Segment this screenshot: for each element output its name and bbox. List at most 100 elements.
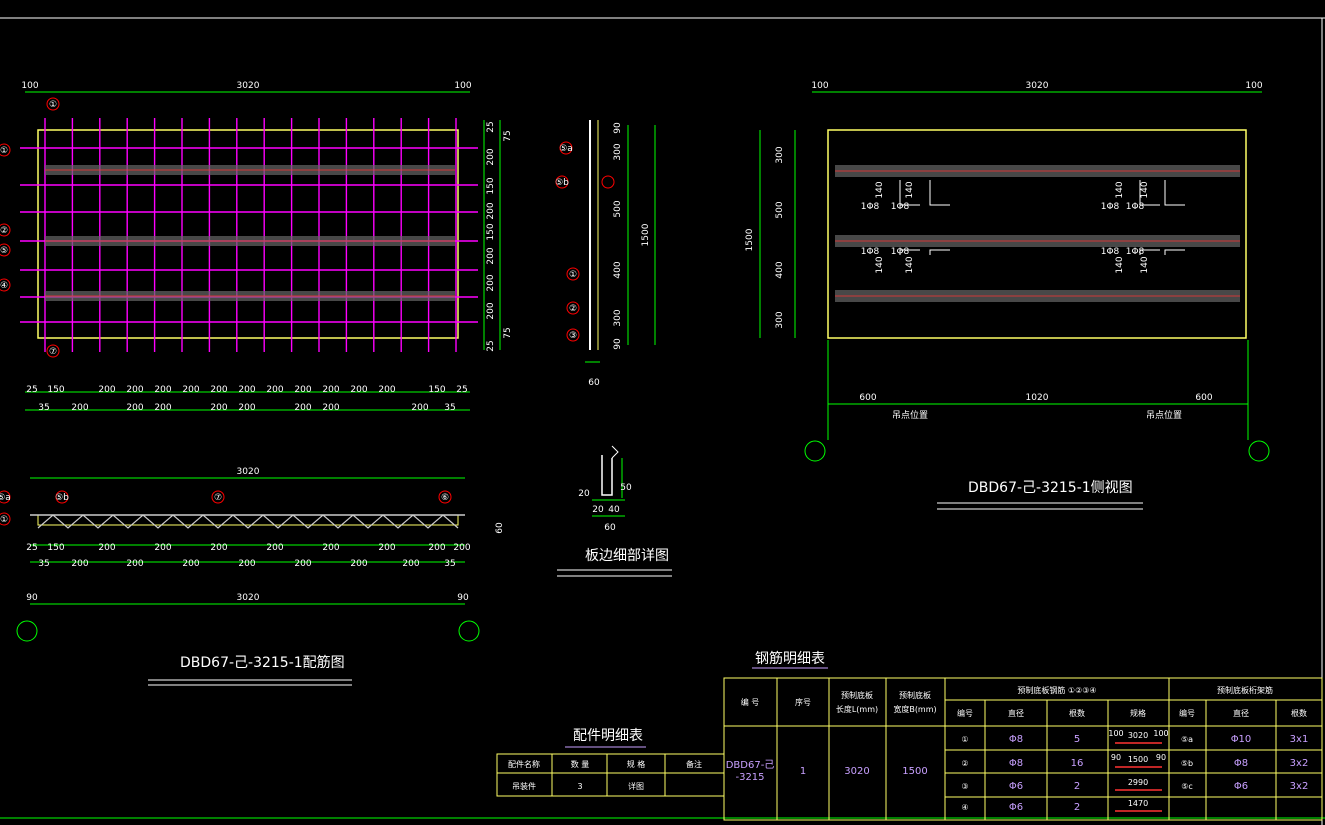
plan-right-dim: 200 (486, 274, 496, 291)
plan-top-dim: 100 (454, 81, 471, 91)
end-section-dim: 400 (613, 261, 623, 278)
plan-bottom-dim-2: 200 (126, 403, 143, 413)
edge-break-mark (611, 445, 619, 459)
sideview-small-dim: 140 (875, 256, 885, 273)
sideview-left-dim: 500 (775, 201, 785, 218)
section-bottom-dim-1: 200 (210, 543, 227, 553)
section-bottom-dim-2: 35 (38, 559, 49, 569)
sideview-small-dim: 140 (905, 256, 915, 273)
section-bottom-dim-1: 200 (154, 543, 171, 553)
end-section-marker: ③ (569, 331, 577, 341)
section-bottom-dim-2: 200 (182, 559, 199, 569)
rebar-row-dia: Φ8 (1009, 734, 1023, 745)
section-markers: ⑤a ⑤b ⑦ ⑥ ① (0, 490, 452, 526)
plan-title: DBD67-己-3215-1配筋图 (180, 654, 345, 671)
sideview-dims: 100 3020 100 300 500 400 300 1500 600 1020 600 吊点位置… (745, 81, 1263, 421)
rebar-width: 1500 (902, 766, 927, 777)
edge-detail-dims: 20 50 20 40 60 (578, 483, 632, 533)
sideview-small-dim: 140 (905, 181, 915, 198)
sideview-left-dim: 300 (775, 146, 785, 163)
rebar-subheader: 编号 (1179, 708, 1195, 718)
sideview-axis-bubble-left (804, 440, 826, 462)
section-bottom-dim-2: 200 (238, 559, 255, 569)
rebar-row-spec: 3020 (1128, 731, 1148, 740)
plan-bottom-dim-1: 200 (210, 385, 227, 395)
section-bottom-dim-1: 150 (47, 543, 64, 553)
section-top-dim: 3020 (237, 467, 260, 477)
plan-bottom-dim-2: 35 (38, 403, 49, 413)
rebar-row-end: 90 (1111, 753, 1121, 762)
rebar-row-spec: 1500 (1128, 755, 1148, 764)
rebar-id: DBD67-己 (726, 760, 775, 771)
plan-view: 100 3020 100 25 200 150 200 150 200 200 200 25 75 75 2… (0, 81, 513, 413)
end-section-bottom: 60 (588, 378, 600, 388)
fittings-header: 规 格 (627, 759, 646, 769)
sideview-outline (827, 129, 1247, 339)
rebar-subheader: 根数 (1291, 708, 1307, 718)
side-view: 1Φ81401Φ81401Φ81401Φ81401Φ81401Φ81401Φ81… (745, 81, 1270, 510)
rebar-truss-dia: Φ8 (1234, 758, 1248, 769)
end-section-dim: 90 (613, 338, 623, 350)
sideview-small-dim: 140 (1140, 256, 1150, 273)
rebar-row-count: 16 (1071, 758, 1084, 769)
end-section-marker-circle-extra (601, 175, 615, 189)
end-section: 90 300 500 400 300 90 1500 60 ⑤a ⑤b ① ② ③ (555, 120, 656, 388)
rebar-truss-count: 3x2 (1290, 781, 1309, 792)
sideview-rebar-label: 1Φ8 (861, 202, 880, 212)
plan-bottom-dim-2: 200 (322, 403, 339, 413)
section-bottom-dim-1: 200 (322, 543, 339, 553)
fittings-cell: 3 (577, 782, 582, 791)
plan-bottom-dim-1: 200 (98, 385, 115, 395)
plan-right-dim: 200 (486, 202, 496, 219)
plan-marker: ① (49, 100, 57, 110)
sideview-small-dim: 140 (1115, 181, 1125, 198)
plan-bottom-dim-1: 200 (266, 385, 283, 395)
edge-detail-title: 板边细部详图 (585, 548, 669, 564)
edge-dim-label: 40 (608, 505, 620, 515)
plan-outline (37, 129, 459, 339)
rebar-grid-lines (724, 678, 1322, 820)
fittings-cell: 详图 (628, 781, 644, 791)
rebar-group-header: 预制底板钢筋 ①②③④ (1017, 685, 1096, 695)
rebar-table: 钢筋明细表 编 号 序号 预制底板长度L(mm) 预制底板宽度B(mm) 预制底板钢筋 … (723, 650, 1323, 821)
rebar-truss-count: 3x2 (1290, 758, 1309, 769)
end-section-markers: ⑤a ⑤b ① ② ③ (555, 141, 615, 342)
plan-right-dim: 25 (486, 340, 496, 351)
section-bottom-dim-2: 200 (402, 559, 419, 569)
fittings-cells: 配件名称 数 量 规 格 备注吊装件 3 详图 (508, 759, 702, 791)
rebar-header: 预制底板 (841, 690, 873, 700)
section-overall-dim: 90 (26, 593, 38, 603)
rebar-row-end: 100 (1153, 729, 1168, 738)
plan-bottom-dim-2: 200 (294, 403, 311, 413)
rebar-truss-dia: Φ6 (1234, 781, 1248, 792)
section-marker: ① (0, 515, 8, 525)
rebar-row-spec: 2990 (1128, 778, 1148, 787)
sideview-rebar-label: 1Φ8 (1126, 202, 1145, 212)
sideview-left-overall: 1500 (745, 228, 755, 251)
rebar-group-header: 预制底板桁架筋 (1217, 685, 1273, 695)
rebar-table-title: 钢筋明细表 (755, 650, 825, 667)
end-section-dim: 300 (613, 143, 623, 160)
section-truss-web (37, 514, 459, 529)
sideview-small-dim: 140 (875, 181, 885, 198)
plan-bottom-dim-1: 25 (456, 385, 467, 395)
rebar-row-end: 100 (1108, 729, 1123, 738)
rebar-row-count: 2 (1074, 802, 1080, 813)
sideview-rebar-label: 1Φ8 (891, 247, 910, 257)
rebar-id: -3215 (735, 772, 764, 783)
rebar-row-end: 90 (1156, 753, 1166, 762)
plan-marker: ⑤ (0, 246, 8, 256)
rebar-subheader: 规格 (1130, 708, 1146, 718)
sideview-small-dim: 140 (1140, 181, 1150, 198)
sideview-lifting-hook (1164, 180, 1185, 206)
end-section-marker: ② (569, 304, 577, 314)
section-bottom-dim-1: 200 (428, 543, 445, 553)
edge-dim-label: 60 (604, 523, 616, 533)
sideview-lifting-hook (929, 180, 950, 206)
cad-drawing-canvas: 100 3020 100252001502001502002002002575752… (0, 17, 1325, 825)
rebar-truss-no: ⑤a (1181, 735, 1193, 744)
plan-right-dim: 25 (486, 121, 496, 132)
rebar-header: 编 号 (741, 697, 760, 707)
end-section-dim: 500 (613, 200, 623, 217)
plan-marker: ① (0, 146, 8, 156)
